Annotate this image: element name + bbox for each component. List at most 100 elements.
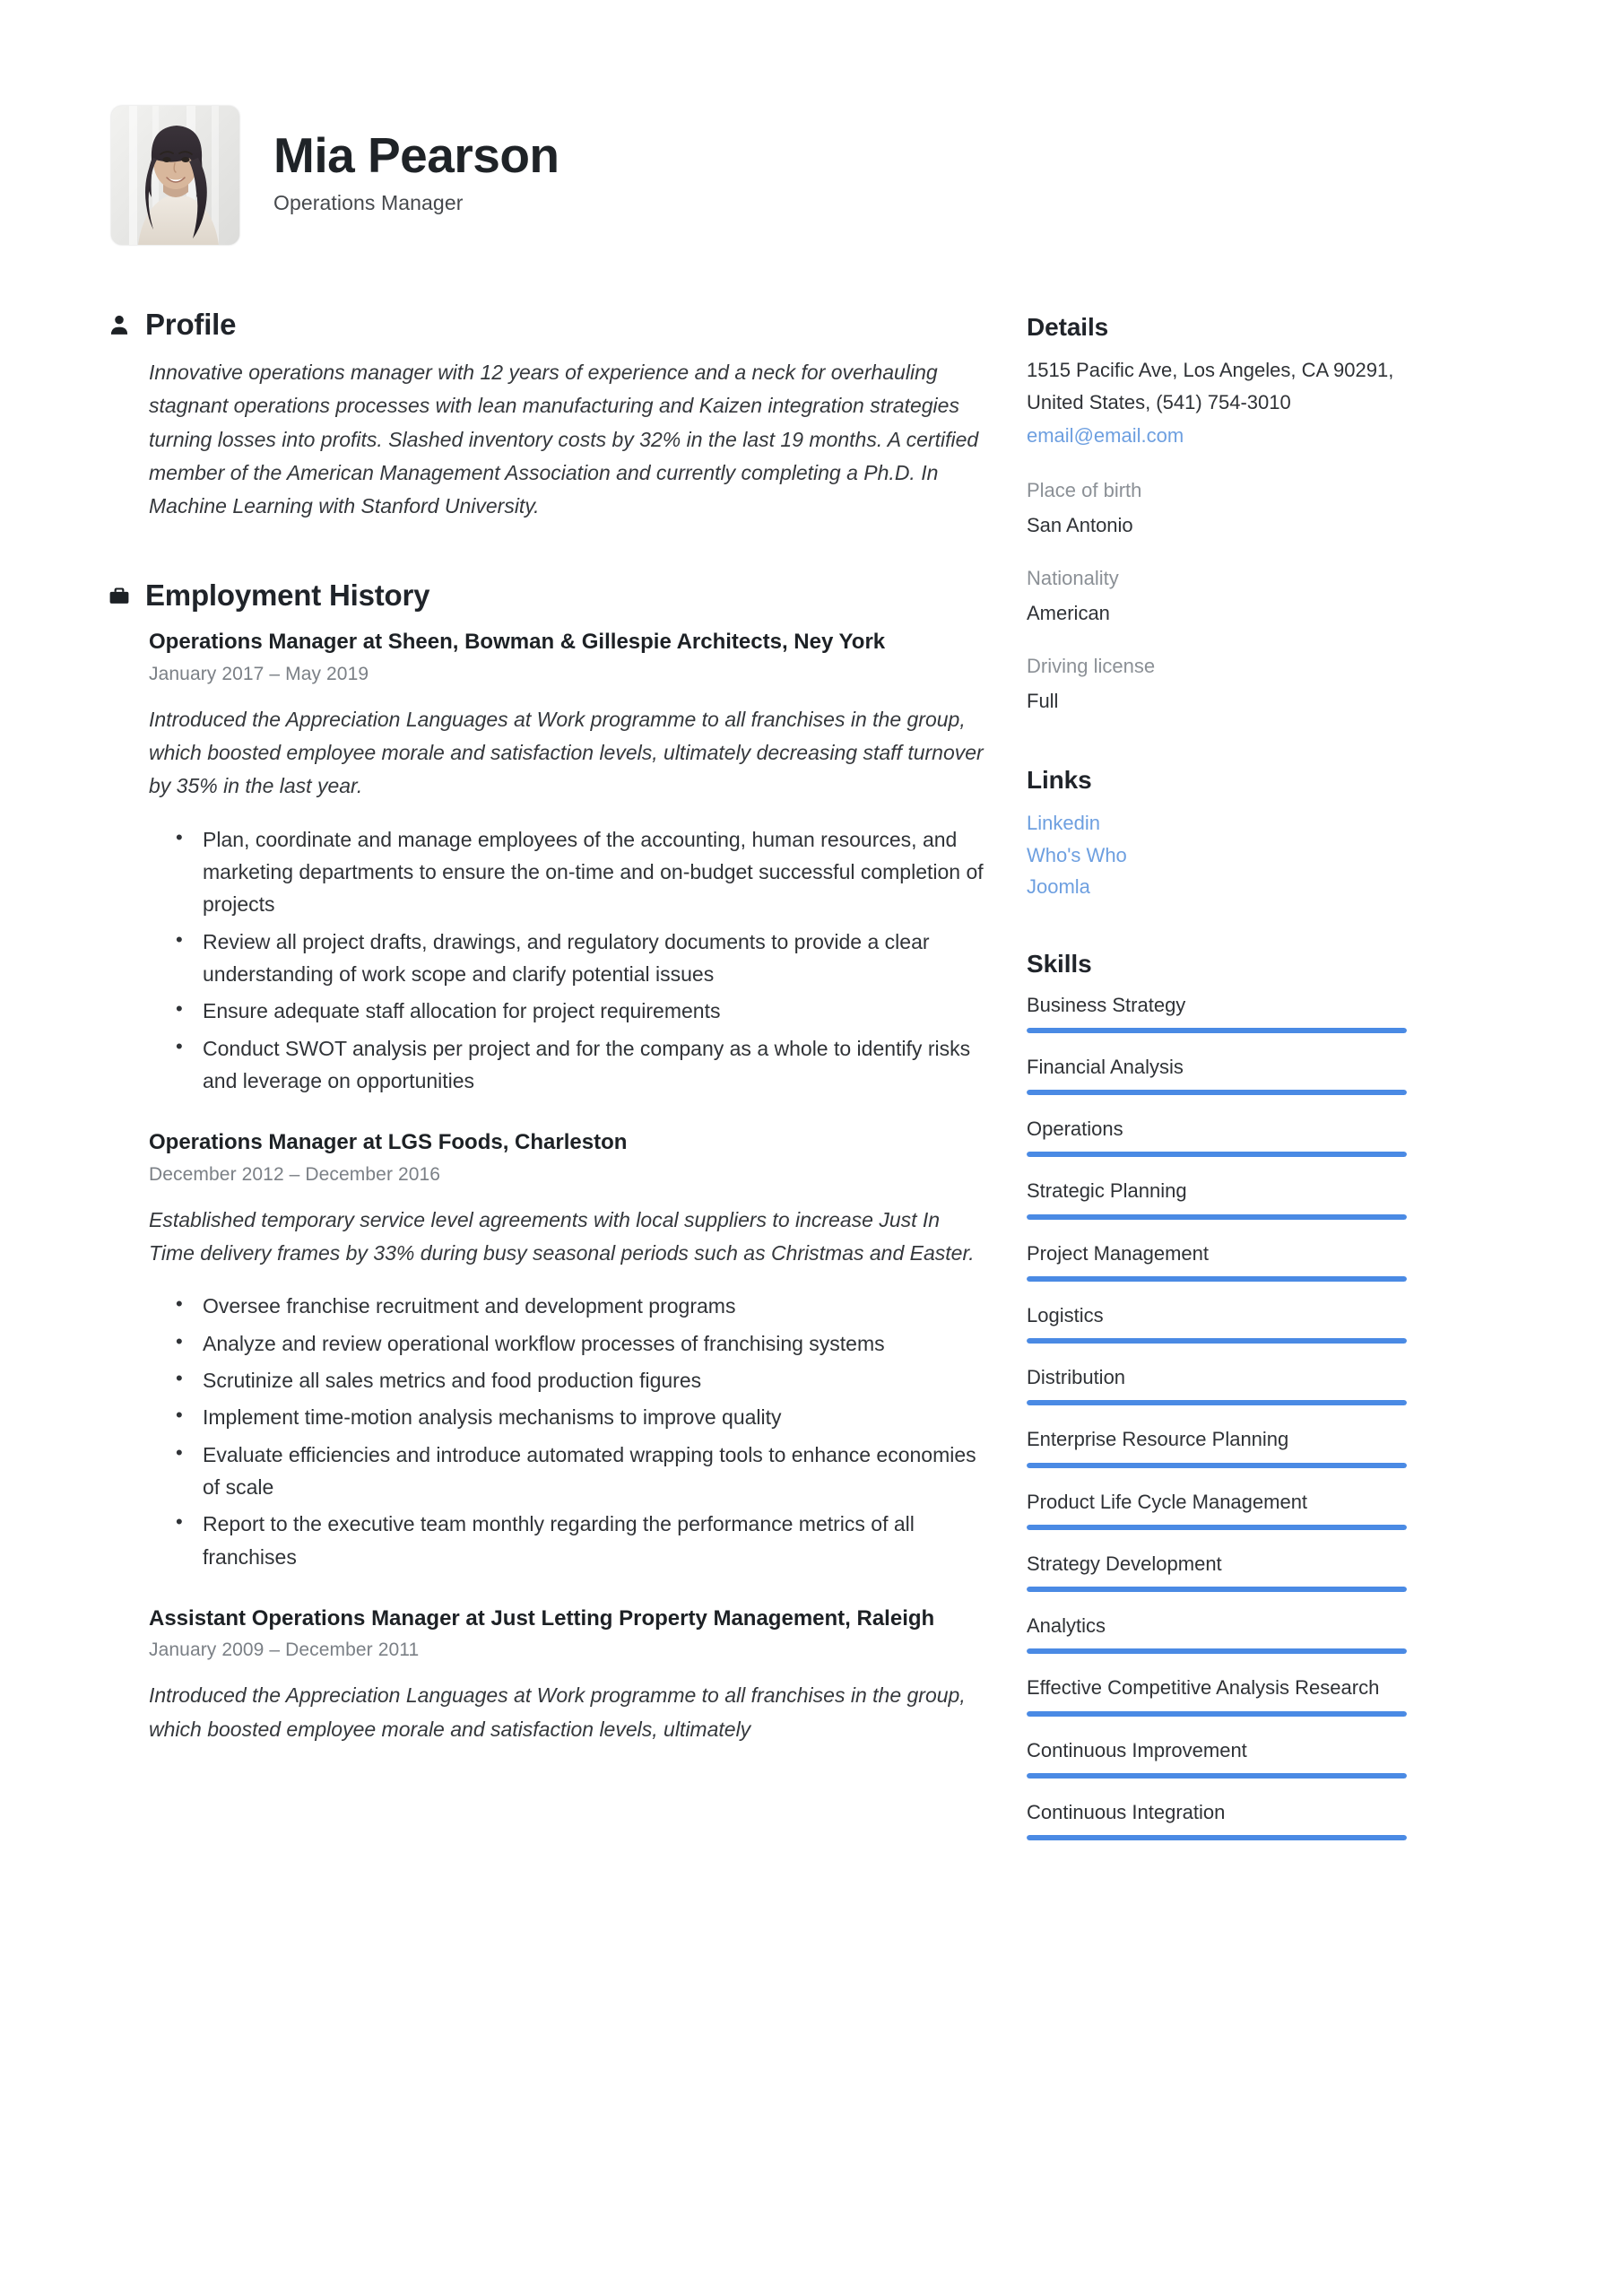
job-bullet: Analyze and review operational workflow … (176, 1326, 991, 1360)
section-employment: Employment History Operations Manager at… (108, 578, 991, 1746)
link-item[interactable]: Joomla (1027, 871, 1407, 903)
profile-text: Innovative operations manager with 12 ye… (149, 361, 979, 517)
skill-level-bar (1027, 1275, 1407, 1282)
job-bullet: Conduct SWOT analysis per project and fo… (176, 1031, 991, 1098)
skill-level-fill (1027, 1648, 1407, 1655)
detail-field: Place of birth San Antonio (1027, 475, 1407, 540)
link-item[interactable]: Who's Who (1027, 839, 1407, 872)
job-bullet-list: Oversee franchise recruitment and develo… (149, 1289, 991, 1573)
detail-label: Place of birth (1027, 478, 1142, 501)
skill-level-fill (1027, 1835, 1407, 1841)
skills-title: Skills (1027, 949, 1092, 978)
skill-level-fill (1027, 1710, 1407, 1717)
skill-label: Strategic Planning (1027, 1179, 1187, 1203)
job-entry: Operations Manager at LGS Foods, Charles… (108, 1127, 991, 1573)
content-columns: Profile Innovative operations manager wi… (108, 308, 1496, 1860)
skill-label: Product Life Cycle Management (1027, 1490, 1308, 1513)
detail-field: Driving license Full (1027, 651, 1407, 716)
job-bullet: Ensure adequate staff allocation for pro… (176, 994, 991, 1027)
skill-item: Continuous Integration (1027, 1798, 1407, 1841)
person-job-title: Operations Manager (273, 190, 464, 214)
skill-level-bar (1027, 1587, 1407, 1593)
details-title: Details (1027, 313, 1109, 341)
skill-label: Continuous Improvement (1027, 1738, 1247, 1761)
skill-item: Continuous Improvement (1027, 1736, 1407, 1779)
skill-label: Financial Analysis (1027, 1055, 1184, 1078)
detail-value: San Antonio (1027, 513, 1133, 536)
sidebar: Details 1515 Pacific Ave, Los Angeles, C… (1027, 308, 1407, 1860)
job-summary: Introduced the Appreciation Languages at… (149, 707, 984, 798)
skill-label: Project Management (1027, 1241, 1209, 1265)
skill-item: Strategic Planning (1027, 1177, 1407, 1220)
skill-level-bar (1027, 1648, 1407, 1655)
skill-item: Enterprise Resource Planning (1027, 1425, 1407, 1468)
job-bullet: Review all project drafts, drawings, and… (176, 925, 991, 991)
skill-level-fill (1027, 1400, 1407, 1406)
link-item[interactable]: Linkedin (1027, 807, 1407, 839)
job-title: Operations Manager at Sheen, Bowman & Gi… (149, 630, 886, 655)
job-dates: January 2017 – May 2019 (149, 663, 369, 684)
job-bullet: Evaluate efficiencies and introduce auto… (176, 1438, 991, 1504)
job-entry: Operations Manager at Sheen, Bowman & Gi… (108, 627, 991, 1097)
links-title: Links (1027, 765, 1092, 794)
skill-level-fill (1027, 1524, 1407, 1530)
job-bullet: Oversee franchise recruitment and develo… (176, 1289, 991, 1322)
name-block: Mia Pearson Operations Manager (273, 127, 559, 221)
skill-level-fill (1027, 1462, 1407, 1468)
job-title: Assistant Operations Manager at Just Let… (149, 1605, 935, 1631)
sidebar-details: Details 1515 Pacific Ave, Los Angeles, C… (1027, 313, 1407, 716)
job-dates: December 2012 – December 2016 (149, 1163, 441, 1185)
job-entry: Assistant Operations Manager at Just Let… (108, 1604, 991, 1746)
email-link[interactable]: email@email.com (1027, 420, 1184, 452)
detail-value: American (1027, 601, 1110, 624)
skill-level-fill (1027, 1152, 1407, 1158)
contact-address: 1515 Pacific Ave, Los Angeles, CA 90291,… (1027, 359, 1394, 413)
job-bullet: Scrutinize all sales metrics and food pr… (176, 1363, 991, 1396)
skill-level-fill (1027, 1213, 1407, 1220)
skill-item: Logistics (1027, 1301, 1407, 1344)
skill-item: Operations (1027, 1115, 1407, 1158)
job-bullet: Report to the executive team monthly reg… (176, 1507, 991, 1573)
skill-level-bar (1027, 1027, 1407, 1033)
job-summary: Introduced the Appreciation Languages at… (149, 1683, 966, 1741)
employment-heading-row: Employment History (108, 578, 991, 613)
detail-value: Full (1027, 689, 1059, 712)
profile-title: Profile (145, 308, 237, 341)
skill-level-fill (1027, 1275, 1407, 1282)
skill-label: Continuous Integration (1027, 1800, 1226, 1823)
person-icon (110, 315, 128, 335)
sidebar-skills: Skills Business Strategy Financial Analys… (1027, 949, 1407, 1841)
skill-level-bar (1027, 1338, 1407, 1344)
section-profile: Profile Innovative operations manager wi… (108, 308, 991, 523)
skill-item: Financial Analysis (1027, 1053, 1407, 1096)
skill-level-bar (1027, 1835, 1407, 1841)
skill-level-bar (1027, 1152, 1407, 1158)
skill-level-bar (1027, 1524, 1407, 1530)
skill-level-bar (1027, 1462, 1407, 1468)
skill-item: Business Strategy (1027, 991, 1407, 1033)
skill-label: Enterprise Resource Planning (1027, 1428, 1289, 1451)
job-summary: Established temporary service level agre… (149, 1207, 975, 1265)
detail-label: Nationality (1027, 566, 1119, 589)
skill-level-bar (1027, 1710, 1407, 1717)
person-name: Mia Pearson (273, 127, 559, 184)
skill-level-bar (1027, 1772, 1407, 1779)
portrait-photo-icon (111, 106, 239, 245)
skill-label: Business Strategy (1027, 993, 1186, 1016)
skill-level-bar (1027, 1213, 1407, 1220)
avatar (111, 106, 239, 245)
job-bullet: Plan, coordinate and manage employees of… (176, 822, 991, 921)
skill-level-fill (1027, 1772, 1407, 1779)
skill-item: Distribution (1027, 1363, 1407, 1406)
skill-level-fill (1027, 1090, 1407, 1096)
job-title: Operations Manager at LGS Foods, Charles… (149, 1130, 628, 1155)
skill-level-fill (1027, 1338, 1407, 1344)
skill-item: Analytics (1027, 1612, 1407, 1655)
job-bullet: Implement time-motion analysis mechanism… (176, 1400, 991, 1433)
skill-level-bar (1027, 1090, 1407, 1096)
employment-title: Employment History (145, 578, 430, 613)
briefcase-icon (109, 587, 129, 604)
detail-field: Nationality American (1027, 563, 1407, 628)
skill-label: Analytics (1027, 1614, 1106, 1638)
skill-level-fill (1027, 1027, 1407, 1033)
